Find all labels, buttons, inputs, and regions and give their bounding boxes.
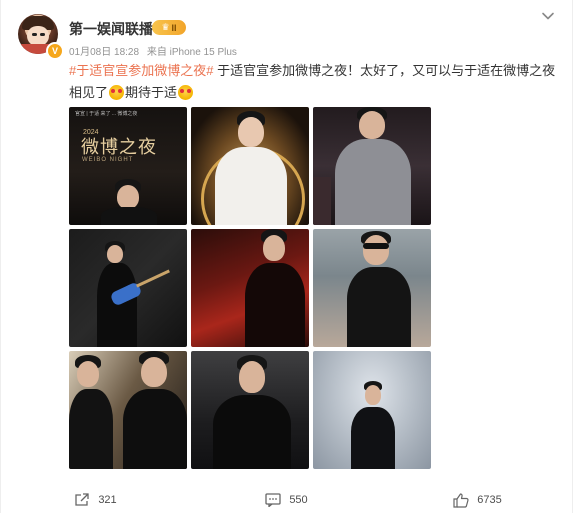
figure-suit (351, 407, 395, 469)
repost-icon (75, 493, 89, 506)
thumbs-up-icon (453, 492, 469, 508)
figure-head (117, 185, 139, 209)
figure-head (363, 235, 389, 265)
image-tile-guitar[interactable] (69, 229, 187, 347)
figure-suit (347, 267, 411, 347)
sunglasses (363, 243, 389, 249)
avatar-face (27, 26, 49, 46)
hashtag-link[interactable]: #于适官宣参加微博之夜# (69, 63, 213, 78)
image-tile-red-fabric[interactable] (191, 229, 309, 347)
figure-suit (101, 207, 157, 225)
image-tile-tuxedo[interactable] (313, 351, 431, 469)
poster-top-text: 官宣 | 于适 来了 ... 微博之夜 (75, 111, 138, 117)
action-bar: 321 550 6735 (0, 488, 573, 512)
figure-head (359, 111, 385, 139)
figure-suit (335, 139, 411, 225)
post-meta: 01月08日 18:28 来自 iPhone 15 Plus (69, 43, 242, 58)
comment-count: 550 (289, 494, 308, 506)
figure-suit-left (69, 389, 113, 469)
image-grid: 官宣 | 于适 来了 ... 微博之夜 微博之夜 2024 WEIBO NIGH… (69, 107, 432, 470)
comment-button[interactable]: 550 (191, 488, 382, 512)
post-text: #于适官宣参加微博之夜# 于适官宣参加微博之夜！太好了，又可以与于适在微博之夜相… (69, 60, 559, 104)
figure-head (238, 117, 264, 147)
image-tile-two-suits[interactable] (69, 351, 187, 469)
poster-title-text: 微博之夜 (81, 137, 157, 158)
image-tile-sunglasses[interactable] (313, 229, 431, 347)
comment-icon (265, 493, 281, 507)
figure-head-left (77, 361, 99, 387)
post-date[interactable]: 01月08日 18:28 (69, 47, 139, 58)
figure-head (263, 235, 285, 261)
post-source: 来自 iPhone 15 Plus (146, 47, 237, 58)
figure-suit (215, 147, 287, 225)
excited-emoji-icon (109, 85, 125, 100)
like-count: 6735 (477, 494, 502, 506)
figure-head (239, 361, 265, 393)
author-name[interactable]: 第一娱闻联播 (69, 19, 153, 39)
crown-icon: ♛ (161, 22, 170, 32)
figure-suit-right (123, 389, 187, 469)
figure-head (107, 245, 123, 263)
avatar-eye-right (40, 33, 45, 36)
poster-subtitle: WEIBO NIGHT (82, 157, 134, 163)
chevron-down-icon[interactable] (541, 9, 555, 23)
image-tile-grey-jacket[interactable] (313, 107, 431, 225)
image-tile-white-suit[interactable] (191, 107, 309, 225)
figure-head-right (141, 357, 167, 387)
avatar-eye-left (32, 33, 37, 36)
repost-button[interactable]: 321 (0, 488, 191, 512)
post-text-line2: 期待于适 (125, 85, 178, 100)
verified-badge-icon: V (46, 42, 64, 60)
poster-title: 微博之夜 (81, 133, 157, 159)
background-person (313, 177, 331, 225)
figure-suit (245, 263, 305, 347)
weibo-post-card: V 第一娱闻联播 ♛ II 01月08日 18:28 来自 iPhone 15 … (0, 0, 573, 513)
like-button[interactable]: 6735 (382, 488, 573, 512)
image-tile-black-shirt[interactable] (191, 351, 309, 469)
guitar-neck (136, 269, 170, 288)
figure-head (365, 385, 381, 405)
repost-count: 321 (98, 494, 117, 506)
love-emoji-icon (178, 85, 194, 100)
vip-badge[interactable]: ♛ II (152, 20, 186, 35)
figure-suit (213, 395, 291, 469)
poster-year: 2024 (83, 129, 99, 136)
vip-level: II (171, 22, 177, 33)
image-tile-poster[interactable]: 官宣 | 于适 来了 ... 微博之夜 微博之夜 2024 WEIBO NIGH… (69, 107, 187, 225)
